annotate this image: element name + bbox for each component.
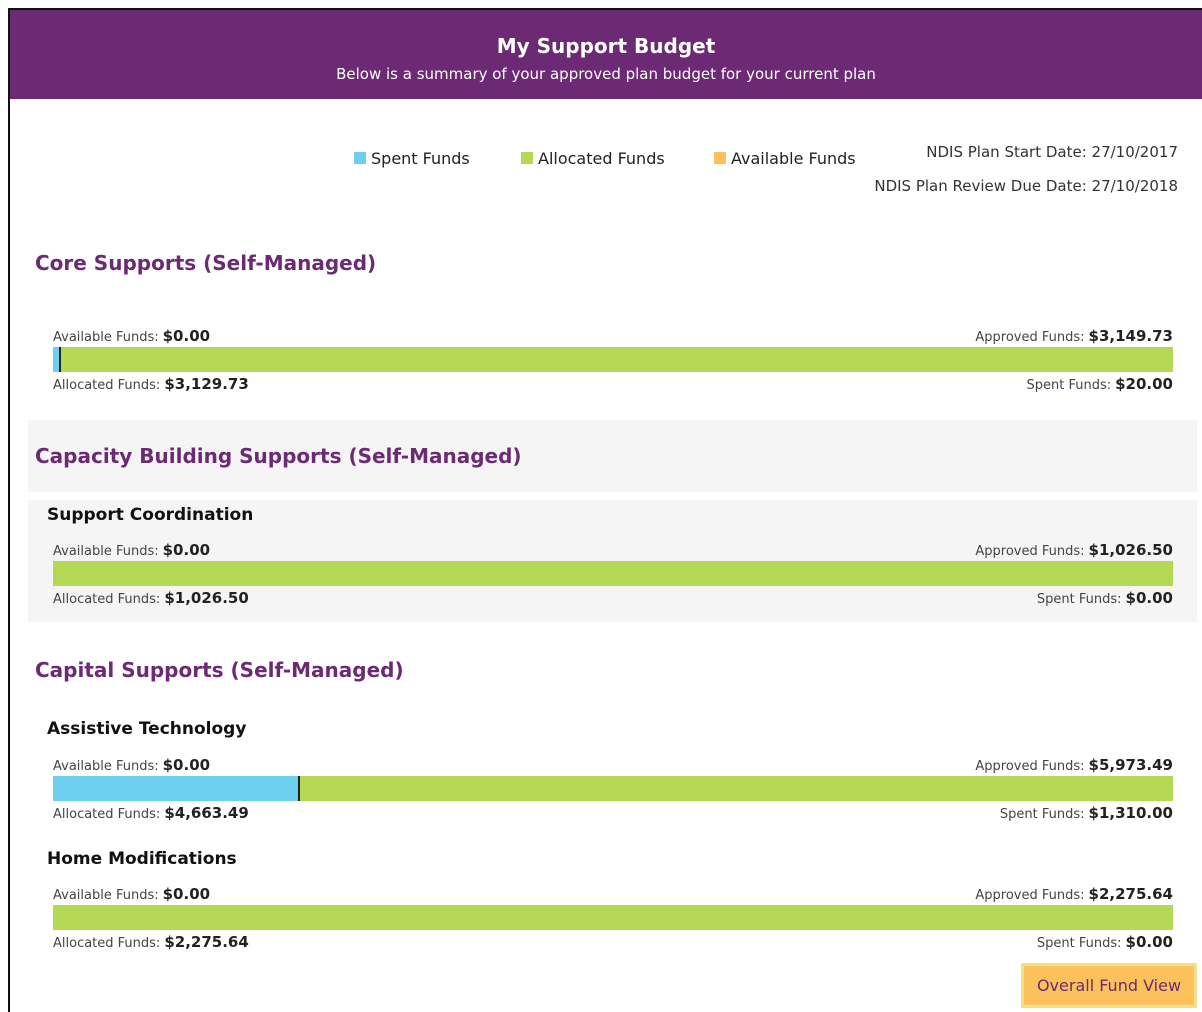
allocated-label: Allocated Funds: (53, 378, 161, 393)
available-value: $0.00 (162, 885, 211, 903)
fund-progress-bar (53, 347, 1173, 372)
available-value: $0.00 (162, 541, 211, 559)
overall-fund-view-button[interactable]: Overall Fund View (1021, 963, 1197, 1008)
fund-block-assistive-technology: Available Funds: $0.00 Approved Funds: $5,… (53, 755, 1173, 825)
available-label: Available Funds: (53, 888, 159, 903)
fund-block-home-modifications: Available Funds: $0.00 Approved Funds: $2,… (53, 884, 1173, 954)
legend-label-allocated: Allocated Funds (538, 149, 665, 168)
approved-label: Approved Funds: (975, 544, 1085, 559)
allocated-value: $2,275.64 (164, 933, 249, 951)
available-label: Available Funds: (53, 544, 159, 559)
allocated-value: $3,129.73 (164, 375, 249, 393)
available-value: $0.00 (162, 756, 211, 774)
subcategory-title-assistive-technology: Assistive Technology (47, 719, 247, 739)
spent-value: $0.00 (1125, 933, 1173, 951)
category-title-core: Core Supports (Self-Managed) (35, 251, 377, 275)
legend-swatch-allocated (521, 152, 533, 164)
legend-allocated: Allocated Funds (521, 148, 665, 170)
legend-label-spent: Spent Funds (371, 149, 470, 168)
approved-label: Approved Funds: (975, 759, 1085, 774)
spent-marker (297, 776, 300, 801)
fund-progress-bar (53, 561, 1173, 586)
fund-progress-bar (53, 776, 1173, 801)
spent-value: $20.00 (1115, 375, 1173, 393)
spent-fill (53, 776, 299, 801)
spent-label: Spent Funds: (1026, 378, 1112, 393)
spent-label: Spent Funds: (1036, 936, 1122, 951)
legend-swatch-available (714, 152, 726, 164)
spent-marker (59, 347, 62, 372)
approved-value: $5,973.49 (1088, 756, 1173, 774)
category-title-capacity: Capacity Building Supports (Self-Managed… (35, 444, 522, 468)
fund-block-core: Available Funds: $0.00 Approved Funds: $3,… (53, 326, 1173, 396)
spent-label: Spent Funds: (999, 807, 1085, 822)
subcategory-title-support-coordination: Support Coordination (47, 505, 254, 525)
allocated-label: Allocated Funds: (53, 807, 161, 822)
available-label: Available Funds: (53, 330, 159, 345)
page-subtitle: Below is a summary of your approved plan… (336, 65, 876, 83)
allocated-value: $4,663.49 (164, 804, 249, 822)
spent-value: $0.00 (1125, 589, 1173, 607)
approved-value: $3,149.73 (1088, 327, 1173, 345)
legend-available: Available Funds (714, 148, 856, 170)
plan-review-date: NDIS Plan Review Due Date: 27/10/2018 (874, 177, 1178, 195)
page-title: My Support Budget (496, 34, 716, 58)
available-label: Available Funds: (53, 759, 159, 774)
available-value: $0.00 (162, 327, 211, 345)
legend-swatch-spent (354, 152, 366, 164)
approved-label: Approved Funds: (975, 888, 1085, 903)
approved-label: Approved Funds: (975, 330, 1085, 345)
fund-block-support-coordination: Available Funds: $0.00 Approved Funds: $1,… (53, 540, 1173, 610)
plan-start-date: NDIS Plan Start Date: 27/10/2017 (926, 143, 1178, 161)
legend-spent: Spent Funds (354, 148, 470, 170)
allocated-label: Allocated Funds: (53, 592, 161, 607)
spent-value: $1,310.00 (1088, 804, 1173, 822)
page-header: My Support Budget Below is a summary of … (10, 10, 1202, 99)
fund-progress-bar (53, 905, 1173, 930)
category-title-capital: Capital Supports (Self-Managed) (35, 658, 404, 682)
allocated-label: Allocated Funds: (53, 936, 161, 951)
approved-value: $1,026.50 (1088, 541, 1173, 559)
legend-label-available: Available Funds (731, 149, 856, 168)
allocated-value: $1,026.50 (164, 589, 249, 607)
spent-label: Spent Funds: (1036, 592, 1122, 607)
subcategory-title-home-modifications: Home Modifications (47, 849, 237, 869)
approved-value: $2,275.64 (1088, 885, 1173, 903)
